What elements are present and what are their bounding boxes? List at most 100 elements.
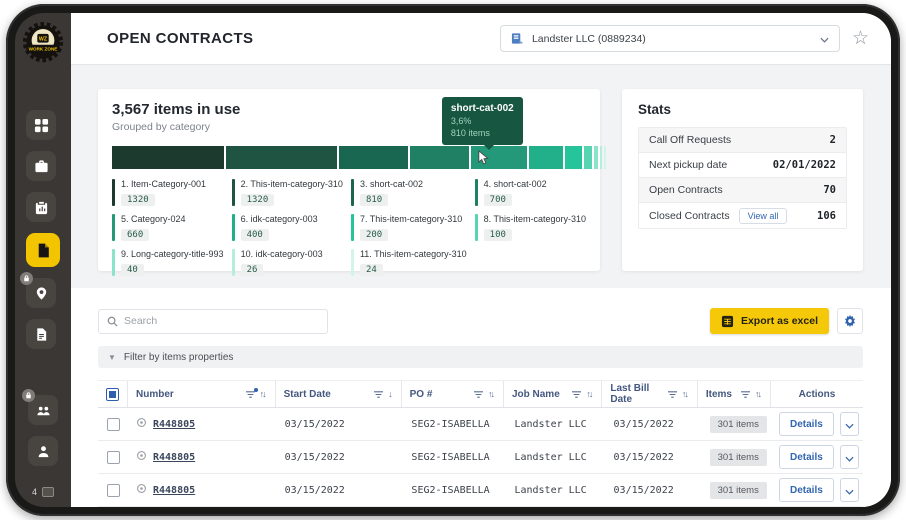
row-checkbox[interactable]	[107, 418, 120, 431]
sidebar-item-inventory[interactable]	[26, 192, 56, 222]
sort-icon[interactable]: ↓	[388, 389, 393, 399]
app-switcher-icon	[42, 487, 54, 497]
legend-label: 10. idk-category-003	[241, 249, 323, 259]
legend-label: 2. This-item-category-310	[241, 179, 343, 189]
tooltip-percent: 3,6%	[451, 116, 514, 126]
column-header-last_bill_date[interactable]: Last Bill Date↑↓	[602, 381, 697, 407]
legend-value: 24	[360, 264, 383, 276]
chart-segment-1[interactable]	[112, 146, 224, 169]
filter-icon[interactable]	[373, 390, 384, 399]
legend-item-7[interactable]: 7. This-item-category-310200	[351, 214, 467, 242]
sidebar-item-dashboard[interactable]	[26, 110, 56, 140]
sort-icon[interactable]: ↑↓	[682, 389, 689, 399]
sidebar-item-team[interactable]	[28, 395, 58, 425]
chart-segment-8[interactable]	[584, 146, 592, 169]
sidebar-nav-bottom	[28, 395, 58, 477]
details-button[interactable]: Details	[779, 412, 834, 436]
legend-item-2[interactable]: 2. This-item-category-3101320	[232, 179, 343, 207]
filter-icon[interactable]	[740, 390, 751, 399]
svg-text:WORK ZONE: WORK ZONE	[29, 46, 58, 51]
chart-segment-11[interactable]	[604, 146, 606, 169]
column-header-po[interactable]: PO #↑↓	[402, 381, 504, 407]
search-icon	[107, 316, 118, 327]
legend-item-3[interactable]: 3. short-cat-002810	[351, 179, 467, 207]
search-box	[98, 309, 328, 334]
chart-segment-3[interactable]	[339, 146, 408, 169]
column-header-job_name[interactable]: Job Name ↑↓	[504, 381, 602, 407]
cell-job-name: Landster LLC	[506, 485, 605, 496]
chevron-down-icon	[820, 30, 829, 48]
sidebar-item-jobs[interactable]	[26, 151, 56, 181]
view-all-button[interactable]: View all	[739, 208, 788, 224]
company-icon	[511, 32, 524, 45]
cell-start-date: 03/15/2022	[277, 452, 404, 463]
stat-row-3: Open Contracts70	[639, 178, 846, 203]
contract-number-link[interactable]: R448805	[153, 485, 195, 496]
column-label: Job Name	[512, 389, 560, 400]
table-header-row: Number↑↓Start Date↓PO #↑↓Job Name↑↓Last …	[98, 380, 863, 408]
legend-item-4[interactable]: 4. short-cat-002700	[475, 179, 586, 207]
legend-item-9[interactable]: 9. Long-category-title-99340	[112, 249, 224, 277]
cell-start-date: 03/15/2022	[277, 419, 404, 430]
chart-segment-6[interactable]	[529, 146, 563, 169]
column-header-items[interactable]: Items↑↓	[698, 381, 771, 407]
favorite-star-icon[interactable]: ☆	[852, 29, 869, 48]
legend-item-5[interactable]: 5. Category-024660	[112, 214, 224, 242]
filter-icon[interactable]	[571, 390, 582, 399]
legend-item-6[interactable]: 6. idk-category-003400	[232, 214, 343, 242]
select-all-checkbox[interactable]	[106, 388, 119, 401]
sort-icon[interactable]: ↑↓	[755, 389, 762, 399]
legend-item-1[interactable]: 1. Item-Category-0011320	[112, 179, 224, 207]
legend-label: 8. This-item-category-310	[484, 214, 586, 224]
filter-by-items-properties[interactable]: ▼ Filter by items properties	[98, 346, 863, 368]
sidebar-item-documents[interactable]	[26, 319, 56, 349]
legend-swatch	[112, 249, 115, 276]
table-toolbar: Export as excel	[98, 308, 863, 334]
details-button[interactable]: Details	[779, 478, 834, 502]
contract-number-link[interactable]: R448805	[153, 452, 195, 463]
sidebar-item-account[interactable]	[28, 436, 58, 466]
chart-segment-4[interactable]	[410, 146, 469, 169]
table-settings-button[interactable]	[837, 308, 863, 334]
export-excel-button[interactable]: Export as excel	[710, 308, 829, 334]
filter-icon[interactable]	[667, 390, 678, 399]
filter-icon[interactable]	[245, 390, 256, 399]
row-expand-button[interactable]	[840, 445, 859, 469]
legend-swatch	[232, 249, 235, 276]
row-checkbox[interactable]	[107, 451, 120, 464]
legend-item-10[interactable]: 10. idk-category-00326	[232, 249, 343, 277]
legend-value: 400	[241, 229, 269, 241]
sort-icon[interactable]: ↑↓	[488, 389, 495, 399]
column-header-start_date[interactable]: Start Date↓	[276, 381, 402, 407]
legend-label: 3. short-cat-002	[360, 179, 423, 189]
company-select[interactable]: Landster LLC (0889234)	[500, 25, 840, 52]
search-input[interactable]	[124, 315, 319, 327]
row-expand-button[interactable]	[840, 412, 859, 436]
column-header-number[interactable]: Number↑↓	[128, 381, 276, 407]
row-expand-button[interactable]	[840, 478, 859, 502]
stat-label: Closed Contracts	[649, 210, 730, 222]
filter-icon[interactable]	[473, 390, 484, 399]
stats-card: Stats Call Off Requests2Next pickup date…	[622, 89, 863, 271]
sidebar-item-locations[interactable]	[26, 278, 56, 308]
legend-item-11[interactable]: 11. This-item-category-31024	[351, 249, 467, 277]
user-icon	[36, 444, 51, 459]
chart-segment-2[interactable]	[226, 146, 338, 169]
details-button[interactable]: Details	[779, 445, 834, 469]
sidebar-item-contracts[interactable]	[26, 233, 60, 267]
chart-segment-9[interactable]	[594, 146, 597, 169]
sidebar-footer-badge[interactable]: 4	[32, 487, 54, 497]
stats-title: Stats	[638, 102, 847, 117]
chart-segment-10[interactable]	[600, 146, 602, 169]
chart-segment-7[interactable]	[565, 146, 582, 169]
stat-value: 02/01/2022	[773, 159, 836, 171]
legend-swatch	[351, 179, 354, 206]
sort-icon[interactable]: ↑↓	[260, 389, 267, 399]
contracts-table: Number↑↓Start Date↓PO #↑↓Job Name↑↓Last …	[98, 380, 863, 507]
sidebar-nav-top	[26, 110, 60, 360]
contract-number-link[interactable]: R448805	[153, 419, 195, 430]
legend-swatch	[232, 179, 235, 206]
row-checkbox[interactable]	[107, 484, 120, 497]
sort-icon[interactable]: ↑↓	[586, 389, 593, 399]
legend-item-8[interactable]: 8. This-item-category-310100	[475, 214, 586, 242]
